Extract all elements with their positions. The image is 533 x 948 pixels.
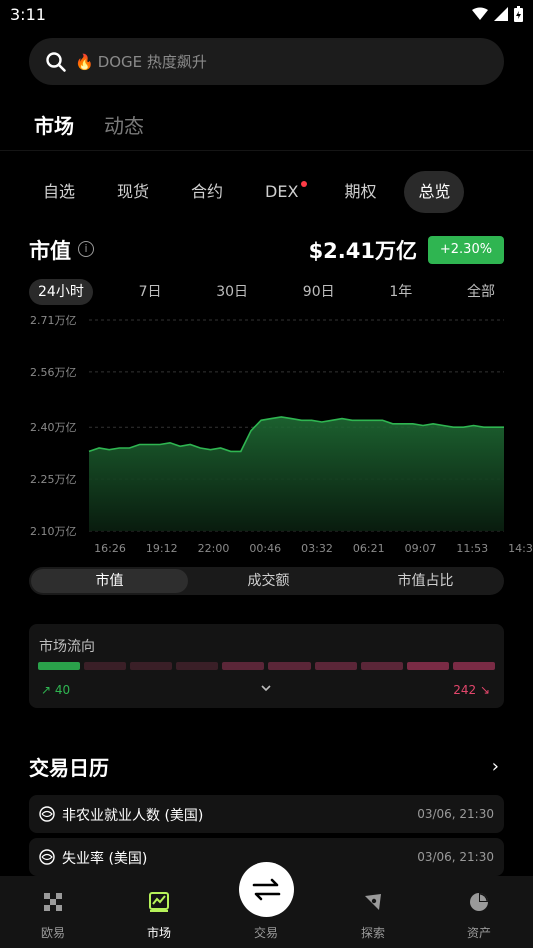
market-cap-change-badge: +2.30%: [428, 236, 504, 264]
nav-assets[interactable]: 资产: [439, 876, 519, 948]
search-icon: [46, 51, 66, 72]
chart-icon: [149, 892, 169, 912]
subtab-dex[interactable]: DEX: [251, 171, 316, 213]
sub-tabs: 自选 现货 合约 DEX 期权 总览: [29, 171, 478, 213]
flow-segment: [38, 662, 81, 670]
subtab-spot[interactable]: 现货: [103, 171, 163, 213]
x-tick-label: 11:53: [456, 542, 488, 555]
search-placeholder: DOGE 热度飙升: [97, 53, 207, 71]
calendar-event[interactable]: 非农业就业人数 (美国) 03/06, 21:30: [29, 795, 504, 833]
flow-segment: [268, 662, 311, 670]
signal-icon: [494, 7, 508, 21]
status-time: 3:11: [10, 5, 46, 24]
market-cap-title: 市值: [29, 239, 71, 263]
tab-feed[interactable]: 动态: [104, 110, 144, 139]
flow-segment: [452, 662, 495, 670]
flow-down-count: 242 ↘: [453, 683, 490, 697]
wifi-icon: [472, 7, 488, 20]
fire-icon: 🔥: [75, 52, 94, 71]
x-tick-label: 06:21: [353, 542, 385, 555]
x-tick-label: 22:00: [198, 542, 230, 555]
market-cap-value: $2.41万亿: [308, 239, 417, 263]
x-tick-label: 09:07: [405, 542, 437, 555]
swap-arrows-icon: [252, 878, 281, 901]
event-name: 失业率 (美国): [62, 851, 148, 867]
arrow-down-right-icon: ↘: [479, 683, 490, 697]
y-tick-label: 2.40万亿: [30, 421, 77, 434]
market-flow-card[interactable]: 市场流向 ↗ 40 242 ↘: [29, 624, 504, 708]
search-bar[interactable]: 🔥 DOGE 热度飙升: [29, 38, 504, 85]
x-tick-label: 16:26: [94, 542, 126, 555]
arrow-up-right-icon: ↗: [41, 683, 52, 697]
divider: [0, 150, 533, 151]
notification-dot: [301, 181, 308, 187]
nav-market[interactable]: 市场: [119, 876, 199, 948]
nav-explore[interactable]: 探索: [333, 876, 413, 948]
range-90d[interactable]: 90日: [294, 279, 344, 305]
flow-up-count: ↗ 40: [41, 683, 70, 697]
main-tabs: 市场 动态: [34, 110, 144, 139]
range-30d[interactable]: 30日: [207, 279, 257, 305]
nav-label: 市场: [146, 926, 171, 940]
market-flow-bars: [38, 662, 495, 670]
market-cap-chart[interactable]: 2.71万亿 2.56万亿 2.40万亿 2.25万亿 2.10万亿 16:26 19:1…: [0, 310, 533, 560]
chart-area: [89, 416, 504, 531]
metric-volume[interactable]: 成交额: [190, 567, 347, 595]
tab-market[interactable]: 市场: [34, 110, 74, 139]
nav-label: 资产: [466, 926, 491, 940]
calendar-title: 交易日历: [29, 756, 109, 780]
y-tick-label: 2.25万亿: [30, 473, 77, 486]
globe-icon: [39, 806, 55, 822]
nav-home[interactable]: 欧易: [13, 876, 93, 948]
metric-dominance[interactable]: 市值占比: [347, 567, 504, 595]
subtab-favorites[interactable]: 自选: [29, 171, 89, 213]
compass-icon: [365, 894, 381, 910]
battery-icon: [514, 6, 523, 22]
y-tick-label: 2.71万亿: [30, 314, 77, 327]
nav-label: 欧易: [40, 926, 65, 940]
info-icon[interactable]: i: [78, 241, 94, 257]
x-tick-label: 19:12: [146, 542, 178, 555]
y-tick-label: 2.56万亿: [30, 366, 77, 379]
x-tick-label: 03:32: [301, 542, 333, 555]
subtab-options[interactable]: 期权: [330, 171, 390, 213]
globe-icon: [39, 849, 55, 865]
chevron-right-icon[interactable]: ›: [492, 756, 499, 777]
pie-chart-icon: [470, 893, 488, 911]
range-7d[interactable]: 7日: [130, 279, 171, 305]
flow-segment: [314, 662, 357, 670]
subtab-dex-label: DEX: [265, 182, 299, 201]
trade-button[interactable]: [239, 862, 294, 917]
x-tick-label: 00:46: [249, 542, 281, 555]
market-cap-row: 市值 i $2.41万亿 +2.30%: [29, 235, 504, 265]
nav-label: 交易: [253, 926, 278, 940]
range-all[interactable]: 全部: [458, 279, 504, 305]
market-flow-title: 市场流向: [39, 639, 95, 655]
status-icons: [472, 6, 523, 22]
flow-segment: [360, 662, 403, 670]
subtab-futures[interactable]: 合约: [177, 171, 237, 213]
metric-market-cap[interactable]: 市值: [31, 569, 188, 593]
nav-label: 探索: [360, 926, 385, 940]
flow-up-value: 40: [54, 683, 71, 697]
status-bar: 3:11: [0, 0, 533, 30]
range-24h[interactable]: 24小时: [29, 279, 93, 305]
event-time: 03/06, 21:30: [417, 807, 494, 821]
metric-toggle: 市值 成交额 市值占比: [29, 567, 504, 595]
flow-segment: [130, 662, 173, 670]
flow-segment: [222, 662, 265, 670]
flow-segment: [84, 662, 127, 670]
chevron-down-icon[interactable]: [260, 682, 272, 694]
subtab-overview[interactable]: 总览: [404, 171, 465, 213]
event-name: 非农业就业人数 (美国): [62, 808, 204, 824]
flow-segment: [406, 662, 449, 670]
time-range-selector: 24小时 7日 30日 90日 1年 全部: [29, 279, 504, 305]
flow-segment: [176, 662, 219, 670]
x-tick-label: 14:39: [508, 542, 533, 555]
okx-logo-icon: [44, 893, 62, 911]
y-tick-label: 2.10万亿: [30, 525, 77, 538]
range-1y[interactable]: 1年: [380, 279, 421, 305]
event-time: 03/06, 21:30: [417, 850, 494, 864]
flow-down-value: 242: [453, 683, 477, 697]
